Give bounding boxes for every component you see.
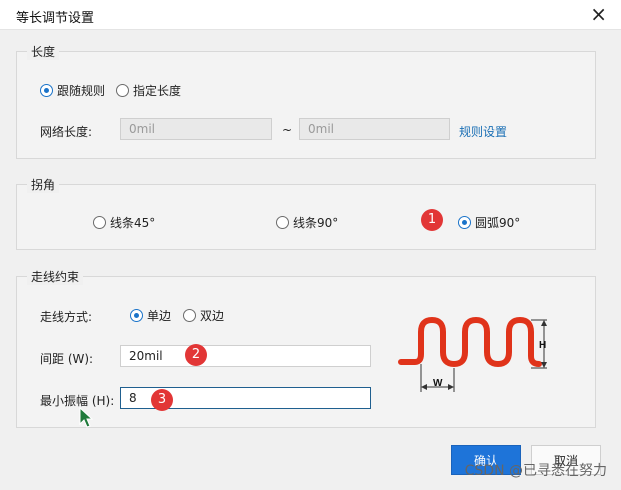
radio-unchecked-icon bbox=[183, 309, 196, 322]
title-bar: 等长调节设置 × bbox=[0, 0, 621, 30]
annotation-badge-3: 3 bbox=[151, 389, 173, 411]
radio-line-45-label: 线条45° bbox=[110, 216, 156, 230]
radio-double-side-label: 双边 bbox=[200, 309, 225, 323]
diagram-w-label: W bbox=[433, 378, 443, 389]
annotation-badge-2: 2 bbox=[185, 344, 207, 366]
diagram-h-label: H bbox=[539, 340, 546, 351]
amplitude-label: 最小振幅 (H): bbox=[40, 394, 115, 408]
length-group-title: 长度 bbox=[27, 43, 60, 60]
radio-single-side[interactable]: 单边 bbox=[130, 307, 171, 324]
serpentine-diagram-icon: H W bbox=[398, 316, 547, 392]
radio-double-side[interactable]: 双边 bbox=[183, 307, 224, 324]
radio-single-side-label: 单边 bbox=[147, 309, 172, 323]
radio-checked-icon bbox=[40, 84, 53, 97]
close-icon[interactable]: × bbox=[590, 3, 607, 25]
mouse-cursor-icon bbox=[79, 407, 93, 428]
radio-line-90-label: 线条90° bbox=[293, 216, 339, 230]
min-length-input[interactable] bbox=[120, 118, 272, 140]
radio-line-45[interactable]: 线条45° bbox=[93, 214, 155, 231]
spacing-input[interactable] bbox=[120, 345, 371, 367]
annotation-badge-1: 1 bbox=[421, 209, 443, 231]
net-length-label: 网络长度: bbox=[40, 125, 93, 139]
spacing-label: 间距 (W): bbox=[40, 352, 94, 366]
watermark-text: CSDN @已寻悉在努力 bbox=[464, 463, 607, 479]
radio-checked-icon bbox=[458, 216, 471, 229]
corner-group-title: 拐角 bbox=[27, 176, 60, 193]
radio-unchecked-icon bbox=[116, 84, 129, 97]
radio-arc-90-label: 圆弧90° bbox=[475, 216, 521, 230]
radio-unchecked-icon bbox=[276, 216, 289, 229]
radio-follow-rule[interactable]: 跟随规则 bbox=[40, 82, 105, 99]
radio-unchecked-icon bbox=[93, 216, 106, 229]
corner-group: 拐角 线条45° 线条90° 圆弧90° bbox=[16, 176, 596, 250]
length-group: 长度 跟随规则 指定长度 网络长度: ~ 规则设置 bbox=[16, 43, 596, 159]
radio-line-90[interactable]: 线条90° bbox=[276, 214, 338, 231]
routing-mode-label: 走线方式: bbox=[40, 310, 93, 324]
radio-specify-length[interactable]: 指定长度 bbox=[116, 82, 181, 99]
radio-specify-length-label: 指定长度 bbox=[133, 84, 182, 98]
dialog-title: 等长调节设置 bbox=[16, 11, 95, 26]
rule-settings-link[interactable]: 规则设置 bbox=[459, 123, 507, 140]
max-length-input[interactable] bbox=[299, 118, 450, 140]
radio-checked-icon bbox=[130, 309, 143, 322]
routing-group-title: 走线约束 bbox=[27, 268, 84, 285]
radio-follow-rule-label: 跟随规则 bbox=[57, 84, 106, 98]
radio-arc-90[interactable]: 圆弧90° bbox=[458, 214, 520, 231]
range-separator: ~ bbox=[282, 123, 293, 137]
